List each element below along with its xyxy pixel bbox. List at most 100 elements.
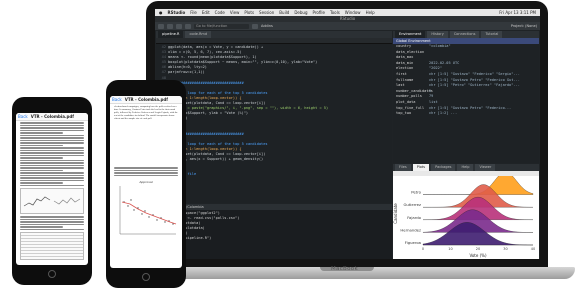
new-file-button[interactable] <box>158 23 164 29</box>
apple-icon[interactable]: ● <box>159 10 163 15</box>
pdf-text-line <box>20 174 84 176</box>
editor-tab[interactable]: pipeline.R <box>158 31 184 38</box>
right-home-button[interactable] <box>142 273 150 281</box>
ridgeline-chart: Petro Gutierrez Fajardo Hernandez Figueroa0 1… <box>393 171 535 258</box>
plots-pane: Files Plots Packages Help Viewer Petro Gu… <box>393 164 539 259</box>
pdf-text-line <box>20 223 84 225</box>
code-area[interactable]: 42 ggplot(data, aes(x = Vote, y = candida… <box>156 44 392 178</box>
x-tick-label: 0 <box>422 247 424 251</box>
tab-help[interactable]: Help <box>457 164 474 171</box>
pdf-text-line <box>20 139 84 141</box>
environment-pane: Environment History Connections Tutorial… <box>393 31 539 163</box>
pdf-text-line <box>20 142 84 144</box>
category-label: Gutierrez <box>403 202 421 207</box>
env-row[interactable]: top_two chr [1:2] ... <box>393 111 539 117</box>
goto-file-input[interactable]: Go to file/function <box>194 23 249 29</box>
menu-debug[interactable]: Debug <box>294 10 307 15</box>
env-var-value: chr [1:5] "Petro" "Gutierrez" "Fajardo".… <box>429 83 520 88</box>
menu-plots[interactable]: Plots <box>244 10 254 15</box>
pdf-text-line <box>20 157 64 159</box>
env-tabs: Environment History Connections Tutorial <box>393 31 539 38</box>
mini-chart-a <box>23 196 51 207</box>
editor-tab[interactable]: code.Rmd <box>185 31 212 38</box>
pdf-text-line <box>20 159 84 161</box>
pdf-chart-thumbnail <box>20 188 84 214</box>
menu-edit[interactable]: Edit <box>202 10 210 15</box>
save-button[interactable] <box>176 23 182 29</box>
source-editor[interactable]: pipeline.R code.Rmd 42 ggplot(data, aes(x… <box>156 31 392 203</box>
x-tick-label: 40 <box>531 247 535 251</box>
pdf-text-block <box>110 167 182 176</box>
console-pane[interactable]: Console ~/Polls/Colombia >loadNamespace(… <box>156 204 392 259</box>
grid-icon[interactable] <box>252 23 258 29</box>
editor-tabs: pipeline.R code.Rmd <box>156 31 392 38</box>
tab-tutorial[interactable]: Tutorial <box>481 31 503 38</box>
menu-file[interactable]: File <box>190 10 197 15</box>
back-button[interactable]: Back <box>112 97 122 102</box>
pdf-text-line <box>20 137 84 139</box>
x-tick-label: 20 <box>476 247 480 251</box>
menu-tools[interactable]: Tools <box>330 10 340 15</box>
pdf-text-line <box>20 177 84 179</box>
menu-session[interactable]: Session <box>259 10 274 15</box>
pdf-text-line <box>114 174 178 176</box>
pdf-text-line <box>20 134 84 136</box>
open-file-button[interactable] <box>167 23 173 29</box>
menu-code[interactable]: Code <box>215 10 225 15</box>
phone-left-screen: Back VTR - Colombia.pdf <box>16 113 88 265</box>
pdf-chart: Approval <box>114 180 178 240</box>
code-line[interactable]: > <box>158 242 390 247</box>
tab-files[interactable]: Files <box>395 164 411 171</box>
env-var-value: chr [1:2] ... <box>429 111 458 116</box>
pdf-text-line <box>20 182 64 184</box>
tab-environment[interactable]: Environment <box>395 31 426 38</box>
menu-build[interactable]: Build <box>279 10 289 15</box>
tab-packages[interactable]: Packages <box>431 164 456 171</box>
back-button[interactable]: Back <box>18 114 28 119</box>
pdf-text-line <box>114 169 178 171</box>
mini-chart-b <box>53 197 81 205</box>
addins-button[interactable]: Addins <box>261 24 273 28</box>
print-button[interactable] <box>185 23 191 29</box>
pdf-text-line <box>20 172 84 174</box>
pdf-text-line <box>20 152 84 154</box>
menubar-clock: Fri Apr 13 3:11 PM <box>499 10 536 15</box>
tab-connections[interactable]: Connections <box>449 31 480 38</box>
environment-list: country "colombia" data_election data_max da… <box>393 44 539 117</box>
y-axis-title: Candidate <box>393 203 398 224</box>
menu-help[interactable]: Help <box>366 10 375 15</box>
category-label: Petro <box>411 190 421 195</box>
menu-app-name[interactable]: RStudio <box>168 10 186 15</box>
tab-history[interactable]: History <box>427 31 448 38</box>
left-home-button[interactable] <box>48 270 56 278</box>
pdf-text-line <box>20 218 84 220</box>
mac-menubar: ● RStudio File Edit Code View Plots Sess… <box>155 9 540 16</box>
pdf-text-line <box>20 216 84 218</box>
tab-plots[interactable]: Plots <box>412 164 430 171</box>
laptop-screen: ● RStudio File Edit Code View Plots Sess… <box>155 9 540 259</box>
category-label: Figueroa <box>405 240 421 245</box>
pdf-paragraph: election-based campaigns, comparing how … <box>114 105 178 120</box>
laptop-brand: MacBook <box>331 266 358 272</box>
approval-chart <box>119 186 177 235</box>
menu-window[interactable]: Window <box>345 10 361 15</box>
category-label: Hernandez <box>400 227 421 232</box>
console-output[interactable]: >loadNamespace("ggplot2")>plotdata <- re… <box>156 210 392 248</box>
scene: ● RStudio File Edit Code View Plots Sess… <box>0 0 584 290</box>
pdf-text-line <box>20 221 84 223</box>
menu-view[interactable]: View <box>230 10 240 15</box>
pdf-text-line <box>114 167 178 169</box>
env-var-name: top_two <box>396 111 412 116</box>
pdf-header: Back VTR - Colombia.pdf <box>110 96 182 104</box>
project-menu[interactable]: Project: (None) <box>511 24 537 28</box>
pdf-text-line <box>20 149 84 151</box>
pdf-text-line <box>20 147 84 149</box>
main-toolbar: Go to file/function Addins Project: (Non… <box>155 22 540 30</box>
code-line[interactable]: 67# End of file <box>158 172 390 177</box>
x-axis-title: Vote (%) <box>469 253 487 258</box>
pdf-text-line <box>114 172 178 174</box>
menu-profile[interactable]: Profile <box>313 10 325 15</box>
approval-trend <box>121 201 177 225</box>
tab-viewer[interactable]: Viewer <box>475 164 496 171</box>
pdf-text-line <box>20 167 84 169</box>
